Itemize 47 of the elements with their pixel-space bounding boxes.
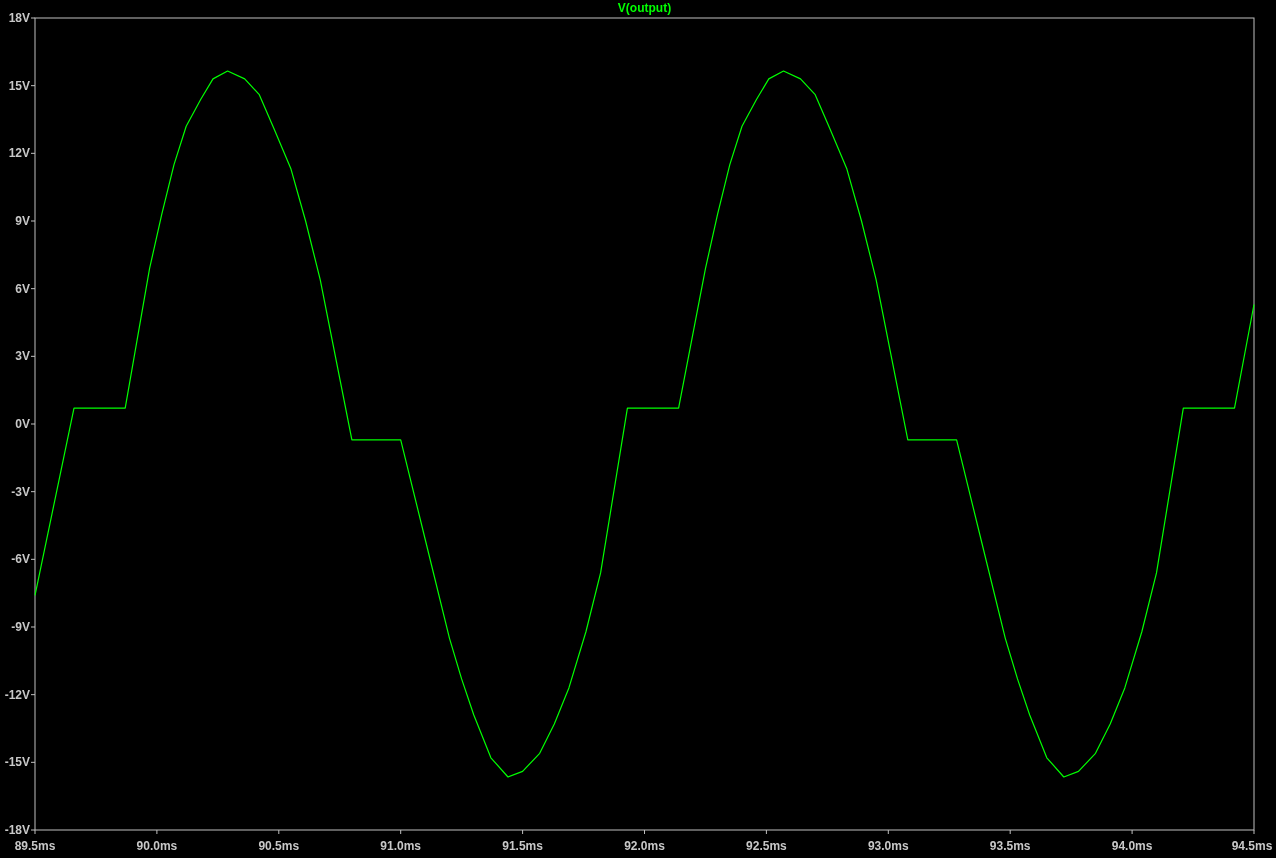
y-tick-label: -6V (11, 552, 30, 567)
x-tick-label: 91.5ms (502, 839, 543, 853)
y-tick-label: -18V (4, 823, 30, 837)
tick-mark (30, 423, 36, 425)
y-tick-label: 15V (8, 78, 30, 93)
tick-mark (400, 829, 402, 835)
tick-mark (644, 829, 645, 835)
x-tick-label: 91.0ms (380, 839, 422, 853)
tick-mark (30, 761, 36, 763)
tick-mark (30, 288, 36, 290)
x-tick-label: 93.5ms (989, 839, 1031, 853)
y-tick-label: -9V (11, 620, 30, 634)
tick-mark (278, 829, 280, 835)
tick-mark (30, 152, 36, 154)
y-tick-label: 0V (15, 417, 30, 431)
x-tick-label: 94.0ms (1111, 839, 1153, 853)
tick-mark (1131, 829, 1133, 835)
tick-mark (30, 491, 36, 493)
x-tick-label: 94.5ms (1231, 839, 1273, 853)
tick-mark (30, 626, 36, 628)
tick-mark (522, 829, 524, 835)
tick-mark (1253, 829, 1255, 835)
x-tick-label: 92.0ms (624, 839, 665, 853)
y-tick-label: -3V (11, 484, 30, 499)
x-tick-label: 93.0ms (867, 839, 909, 853)
tick-mark (30, 558, 36, 560)
x-tick-label: 90.0ms (136, 839, 178, 853)
tick-mark (1009, 829, 1011, 835)
x-tick-label: 89.5ms (14, 839, 56, 853)
x-tick-label: 92.5ms (746, 839, 787, 853)
tick-mark (30, 220, 36, 222)
y-tick-label: -12V (4, 687, 30, 702)
tick-mark (887, 829, 889, 835)
tick-mark (765, 829, 767, 835)
tick-mark (30, 355, 36, 357)
y-tick-label: 12V (8, 146, 30, 161)
tick-mark (156, 829, 158, 835)
y-tick-label: -15V (4, 755, 30, 770)
x-tick-label: 90.5ms (258, 839, 300, 853)
y-tick-label: 18V (8, 11, 30, 25)
y-tick-label: 3V (15, 349, 30, 364)
tick-mark (30, 85, 36, 87)
tick-mark (30, 694, 36, 696)
y-tick-label: 9V (15, 214, 30, 228)
trace-label: V(output) (617, 1, 672, 15)
tick-mark (30, 17, 36, 19)
y-tick-label: 6V (15, 281, 30, 296)
